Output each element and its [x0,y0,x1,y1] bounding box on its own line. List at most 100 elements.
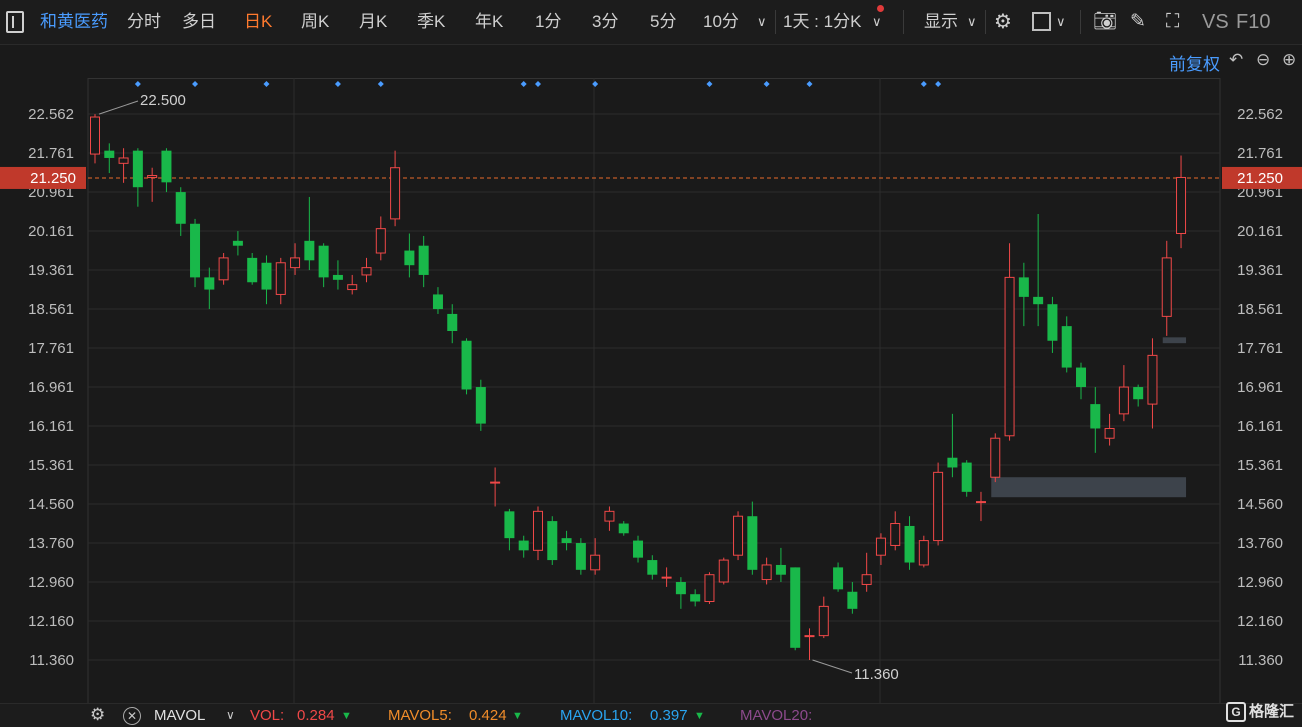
candle-body-up [1104,427,1115,439]
candle-body-up [347,284,358,291]
mavol5-label: MAVOL5: [388,707,452,724]
candlestick-chart[interactable]: 22.562 22.56221.761 21.76120.961 20.96120.1… [0,78,1302,703]
candle-body-up [661,576,672,579]
period-tab[interactable]: 季K [417,0,445,44]
candle-body-up [804,635,815,638]
undo-icon[interactable]: ↶ [1229,50,1243,70]
candle-body-up [604,510,615,522]
candle-body-up [218,257,229,281]
candle-body-down [504,511,515,539]
period-tab[interactable]: 周K [301,0,329,44]
candle-body-down [418,245,429,275]
period-tab[interactable]: 1分 [535,0,561,44]
candle-body-up [361,267,372,276]
indicator-name[interactable]: MAVOL [154,707,205,724]
candle-body-down [447,313,458,331]
candle-body-down [1090,404,1101,429]
candle-body-up [704,574,715,603]
period-tab[interactable]: 年K [475,0,503,44]
vol-value: 0.284 [297,707,335,724]
zoom-in-icon[interactable]: ⊕ [1282,50,1296,70]
candle-body-down [561,538,572,544]
interval-select[interactable]: 1天 : 1分K [783,0,861,44]
candle-body-up [933,471,944,542]
y-tick-label-right: 12.960 [1237,574,1283,591]
candle-body-up [761,564,772,581]
candle-body-down [947,457,958,468]
f10-button[interactable]: F10 [1236,0,1270,44]
period-tab[interactable]: 分时 [127,0,161,44]
candle-body-down [432,294,443,310]
display-menu[interactable]: 显示 [924,0,958,44]
candle-body-down [675,582,686,595]
zoom-out-icon[interactable]: ⊖ [1256,50,1270,70]
y-tick-label-right: 21.761 [1237,145,1283,162]
period-tab[interactable]: 3分 [592,0,618,44]
candle-body-down [633,540,644,558]
chart-background [0,78,1302,703]
y-tick-label-right: 16.161 [1237,418,1283,435]
y-tick-label-right: 20.161 [1237,223,1283,240]
candle-body-down [304,240,315,261]
candle-body-up [118,157,129,164]
candle-body-down [847,591,858,609]
candle-body-down [904,525,915,563]
y-tick-label-left: 11.360 [29,652,74,669]
candle-body-down [175,192,186,224]
mavol5-value: 0.424 [469,707,507,724]
mavol20-label: MAVOL20: [740,707,813,724]
stock-name[interactable]: 和黄医药 [40,0,108,44]
period-tab-active[interactable]: 日K [244,0,272,44]
candle-body-down [690,594,701,602]
period-tab[interactable]: 5分 [650,0,676,44]
period-tab[interactable]: 多日 [182,0,216,44]
gear-icon[interactable]: ⚙ [90,705,105,725]
period-tab[interactable]: 10分 [703,0,739,44]
mavol10-label: MAVOL10: [560,707,633,724]
chevron-down-icon[interactable]: ∨ [1056,0,1066,44]
chevron-down-icon[interactable]: ∨ [226,708,235,722]
logo-mark: G [1225,702,1246,723]
candle-body-down [547,521,558,561]
current-price-tag-left: 21.250 [30,170,76,187]
chevron-down-icon[interactable]: ∨ [757,0,767,44]
gear-icon[interactable]: ⚙ [994,0,1012,44]
y-tick-label-left: 22.562 [28,106,74,123]
period-tab[interactable]: 月K [359,0,387,44]
y-tick-label-right: 14.560 [1237,496,1283,513]
sidebar-toggle-icon[interactable] [6,11,24,33]
close-icon[interactable]: ✕ [123,707,141,725]
candle-body-down [575,543,586,570]
y-tick-label-left: 21.761 [28,145,74,162]
candle-body-down [318,245,329,278]
candle-body-up [861,574,872,585]
candle-body-up [990,437,1001,478]
adjust-select[interactable]: 前复权 [1169,50,1220,75]
candle-body-up [390,167,401,220]
candle-body-down [1018,277,1029,297]
gap-zone [1162,337,1187,344]
camera-icon[interactable]: 📷︎ [1093,0,1117,44]
y-tick-label-left: 15.361 [28,457,74,474]
chevron-down-icon[interactable]: ∨ [967,0,977,44]
y-tick-label-right: 11.360 [1238,652,1283,669]
candle-body-down [204,277,215,290]
candle-body-up [875,537,886,556]
vs-button[interactable]: VS [1202,0,1229,44]
y-tick-label-left: 12.960 [28,574,74,591]
vol-label: VOL: [250,707,285,724]
y-tick-label-right: 17.761 [1237,340,1283,357]
candle-body-up [1176,176,1187,235]
candle-body-down [1133,387,1144,400]
candle-body-down [1047,304,1058,341]
toolbar: 和黄医药 分时 多日 日K 周K 月K 季K 年K 1分 3分 5分 10分 ∨… [0,0,1302,45]
y-tick-label-left: 12.160 [28,613,74,630]
style-select[interactable] [1032,12,1051,31]
candle-body-down [104,150,115,158]
candle-body-down [161,150,172,183]
pencil-icon[interactable]: ✎ [1130,0,1146,44]
candle-body-up [1004,276,1015,437]
fullscreen-icon[interactable]: ⛶ [1166,0,1179,44]
y-tick-label-left: 16.161 [28,418,74,435]
candle-body-up [275,262,286,295]
